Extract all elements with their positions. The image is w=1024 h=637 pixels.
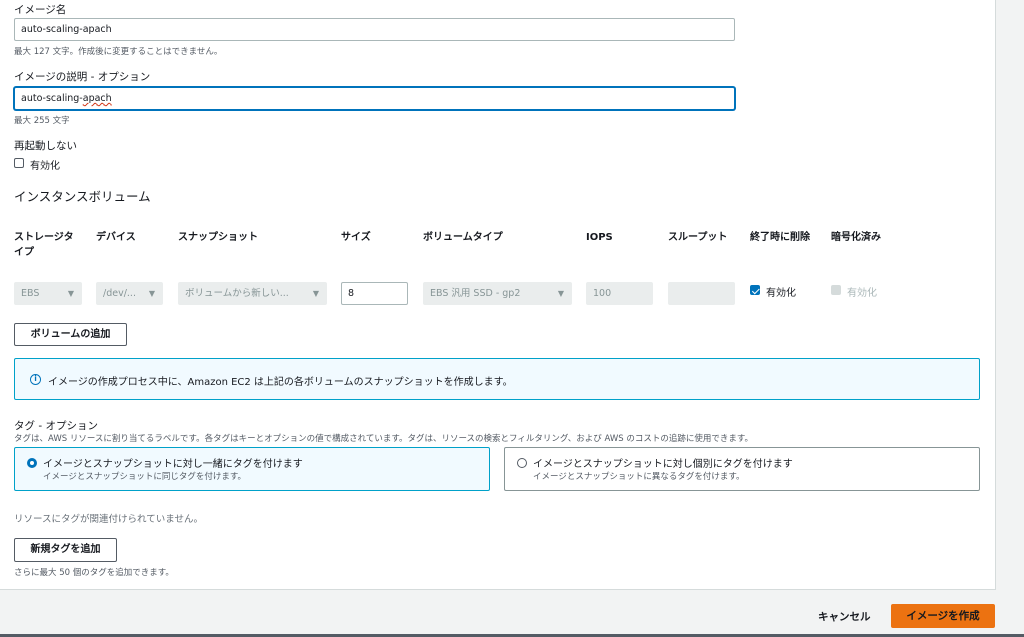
- encrypted-label: 有効化: [847, 288, 877, 299]
- info-icon: i: [30, 374, 41, 385]
- image-description-value-misspelled: apach: [82, 93, 112, 104]
- image-description-hint: 最大 255 文字: [14, 116, 70, 126]
- chevron-down-icon: ▼: [148, 289, 155, 298]
- tag-together-radio[interactable]: [27, 458, 37, 468]
- volume-size-input[interactable]: 8: [341, 282, 408, 305]
- tag-separately-desc: イメージとスナップショットに異なるタグを付けます。: [533, 472, 745, 482]
- tag-together-desc: イメージとスナップショットに同じタグを付けます。: [43, 472, 246, 482]
- col-header-snapshot: スナップショット: [178, 232, 258, 243]
- storage-type-select: EBS ▼: [14, 282, 82, 305]
- col-header-device: デバイス: [96, 232, 136, 243]
- iops-input: 100: [586, 282, 653, 305]
- tag-together-option[interactable]: イメージとスナップショットに対し一緒にタグを付けます イメージとスナップショット…: [14, 447, 490, 491]
- col-header-iops: IOPS: [586, 232, 613, 243]
- tag-together-title: イメージとスナップショットに対し一緒にタグを付けます: [43, 459, 303, 470]
- col-header-storage-type: ストレージタイプ: [14, 232, 74, 258]
- image-description-label: イメージの説明 - オプション: [14, 71, 151, 83]
- no-reboot-label: 再起動しない: [14, 140, 77, 152]
- add-volume-button[interactable]: ボリュームの追加: [14, 323, 127, 346]
- chevron-down-icon: ▼: [312, 289, 319, 298]
- add-tag-hint: さらに最大 50 個のタグを追加できます。: [14, 568, 174, 578]
- no-reboot-checkbox[interactable]: [14, 158, 24, 168]
- col-header-throughput: スループット: [668, 232, 728, 243]
- storage-type-value: EBS: [21, 288, 40, 299]
- tag-separately-option[interactable]: イメージとスナップショットに対し個別にタグを付けます イメージとスナップショット…: [504, 447, 980, 491]
- throughput-input: [668, 282, 735, 305]
- create-image-button[interactable]: イメージを作成: [891, 604, 995, 628]
- col-header-delete-on-termination: 終了時に削除: [750, 232, 810, 243]
- image-description-input[interactable]: auto-scaling-apach: [14, 87, 735, 110]
- chevron-down-icon: ▼: [557, 289, 564, 298]
- tag-separately-title: イメージとスナップショットに対し個別にタグを付けます: [533, 459, 793, 470]
- snapshot-select: ボリュームから新しい... ▼: [178, 282, 327, 305]
- snapshot-info-alert: i イメージの作成プロセス中に、Amazon EC2 は上記の各ボリュームのスナ…: [14, 358, 980, 400]
- col-header-volume-type: ボリュームタイプ: [423, 232, 503, 243]
- delete-on-termination-label: 有効化: [766, 288, 796, 299]
- volume-type-value: EBS 汎用 SSD - gp2: [430, 288, 521, 299]
- image-name-hint: 最大 127 文字。作成後に変更することはできません。: [14, 47, 223, 57]
- no-tags-message: リソースにタグが関連付けられていません。: [14, 514, 203, 525]
- col-header-size: サイズ: [341, 232, 371, 243]
- tags-title: タグ - オプション: [14, 420, 98, 432]
- snapshot-info-message: イメージの作成プロセス中に、Amazon EC2 は上記の各ボリュームのスナップ…: [48, 377, 513, 388]
- volume-type-select: EBS 汎用 SSD - gp2 ▼: [423, 282, 572, 305]
- snapshot-value: ボリュームから新しい...: [185, 288, 289, 299]
- image-description-value-prefix: auto-scaling-: [21, 93, 83, 104]
- tags-description: タグは、AWS リソースに割り当てるラベルです。各タグはキーとオプションの値で構…: [14, 434, 753, 444]
- col-header-encrypted: 暗号化済み: [831, 232, 881, 243]
- image-name-label: イメージ名: [14, 4, 67, 16]
- image-name-input[interactable]: auto-scaling-apach: [14, 18, 735, 41]
- cancel-button[interactable]: キャンセル: [818, 609, 871, 624]
- tag-separately-radio[interactable]: [517, 458, 527, 468]
- device-value: /dev/...: [103, 288, 136, 299]
- device-select: /dev/... ▼: [96, 282, 163, 305]
- delete-on-termination-checkbox[interactable]: [750, 285, 760, 295]
- no-reboot-checkbox-label: 有効化: [30, 161, 60, 172]
- encrypted-checkbox: [831, 285, 841, 295]
- add-new-tag-button[interactable]: 新規タグを追加: [14, 538, 117, 562]
- instance-volumes-title: インスタンスボリューム: [14, 189, 151, 204]
- chevron-down-icon: ▼: [67, 289, 74, 298]
